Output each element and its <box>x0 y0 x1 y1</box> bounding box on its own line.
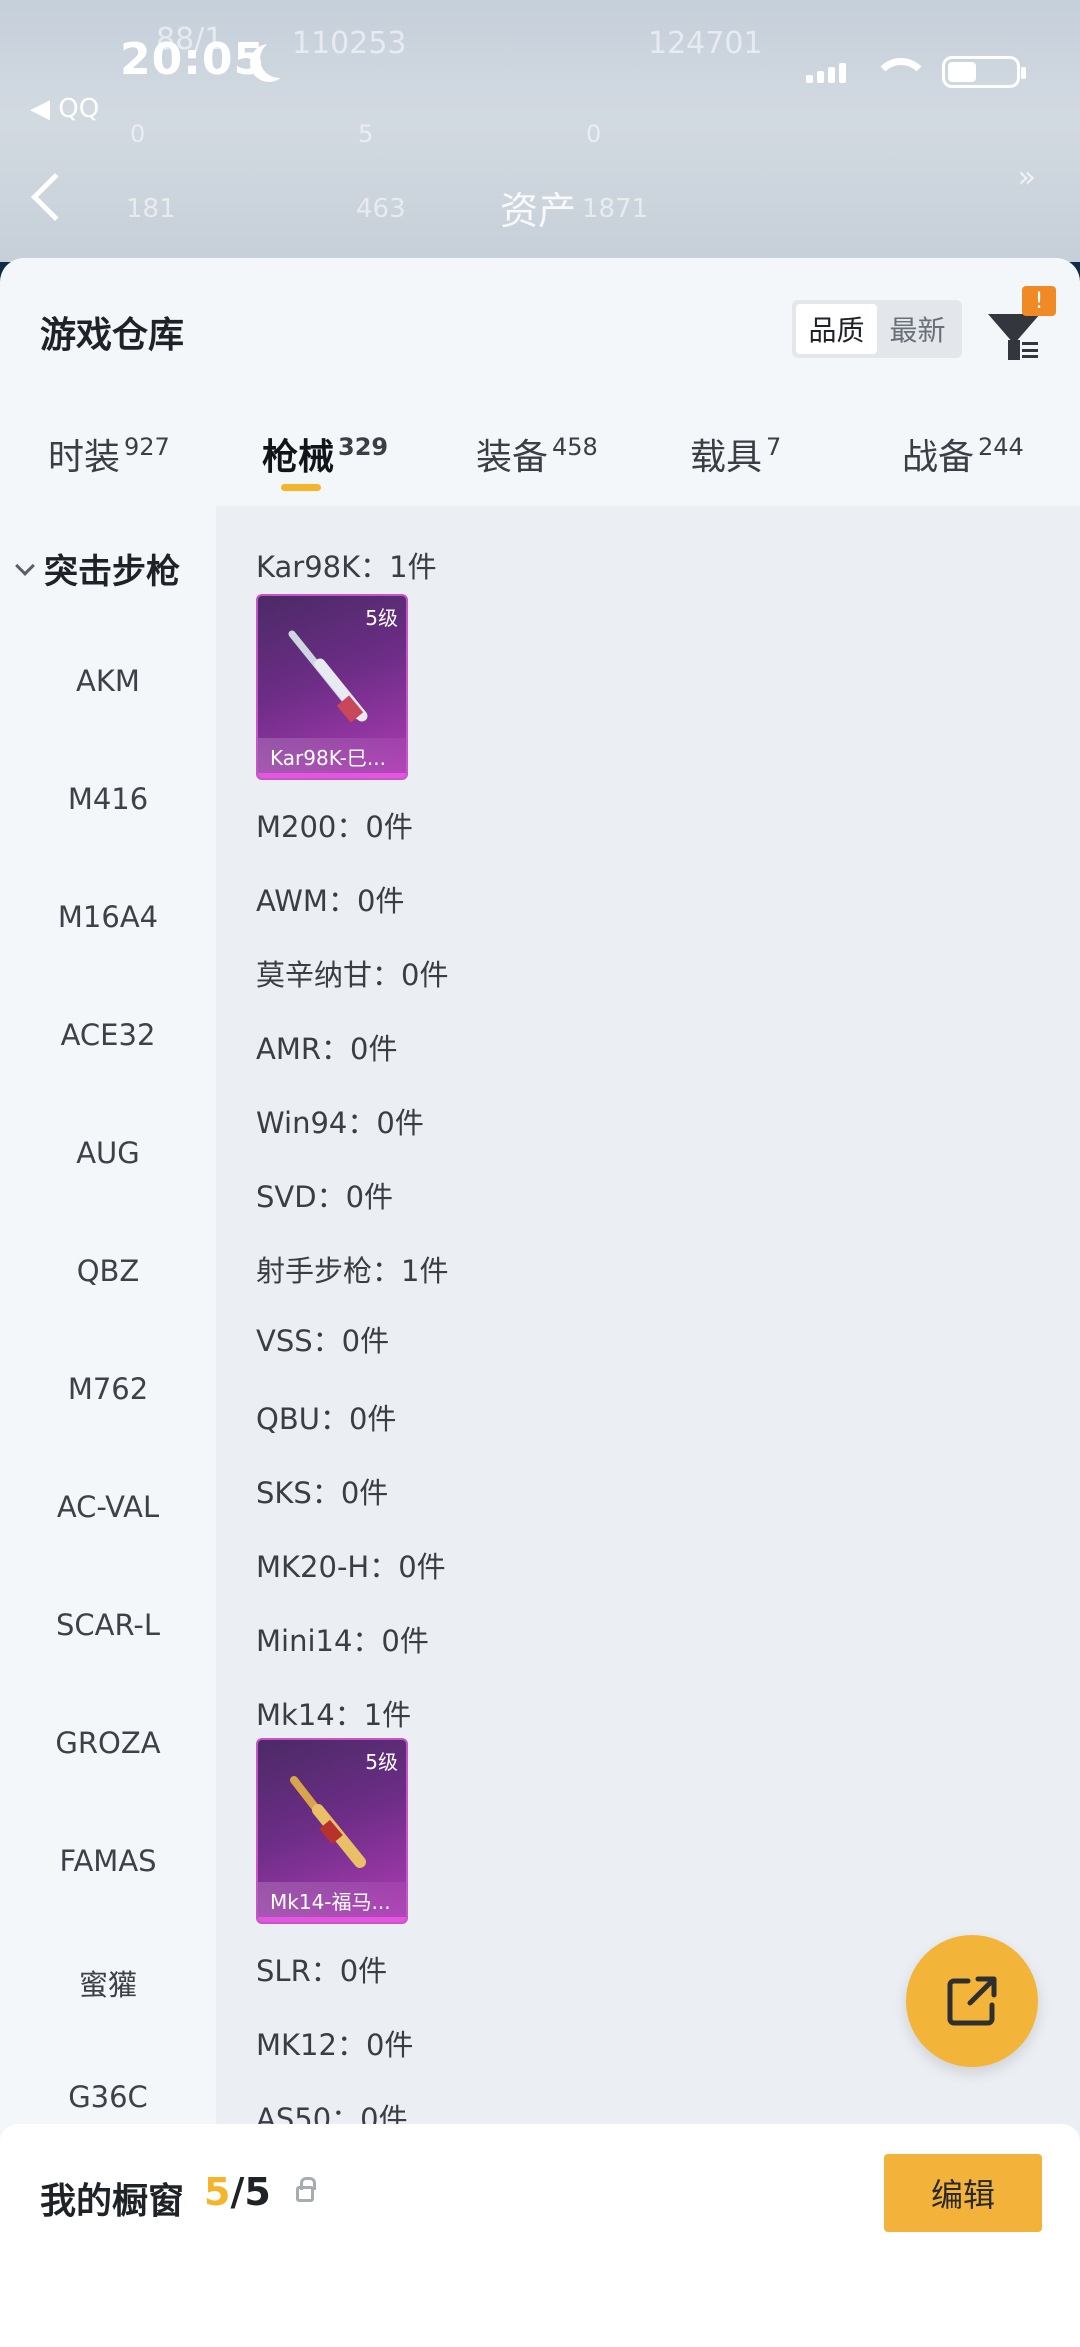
filter-icon-lines <box>1022 342 1038 358</box>
bg-stat: 0 <box>130 120 146 148</box>
filter-badge: ! <box>1022 286 1056 316</box>
moon-icon <box>260 40 298 78</box>
sort-quality-button[interactable]: 品质 <box>796 304 877 354</box>
bg-stat: 124701 <box>648 26 763 61</box>
sidebar-item[interactable]: SCAR-L <box>0 1608 216 1642</box>
nav-title: 资产 <box>500 189 577 233</box>
card-rarity-bar <box>258 773 406 778</box>
list-item: SKS：0件 <box>256 1476 389 1510</box>
card-name: Mk14-福马... <box>258 1882 406 1922</box>
tab-count: 244 <box>978 433 1024 461</box>
sidebar-item[interactable]: ACE32 <box>0 1018 216 1052</box>
lock-icon <box>296 2177 316 2202</box>
bg-stat: 463 <box>356 194 406 224</box>
card-rarity-bar <box>258 1917 406 1922</box>
list-item: AMR：0件 <box>256 1032 398 1066</box>
sidebar-group-assault-rifles[interactable]: 突击步枪 <box>15 544 180 593</box>
active-tab-indicator <box>281 484 321 491</box>
sidebar-item[interactable]: G36C <box>0 2080 216 2114</box>
sidebar-item[interactable]: M16A4 <box>0 900 216 934</box>
status-icons <box>806 56 1026 88</box>
tab-label: 战备 <box>902 437 975 478</box>
filter-icon-stem <box>1008 340 1020 360</box>
bg-stat: 181 <box>126 194 176 224</box>
wifi-icon <box>872 58 930 86</box>
tab-label: 装备 <box>476 437 549 478</box>
bg-stat: 5 <box>358 120 374 148</box>
bg-stat: 0 <box>586 120 602 148</box>
category-tabs: 时装 927 枪械 329 装备 458 载具 7 战备 244 <box>0 408 1080 498</box>
sidebar-item[interactable]: M416 <box>0 782 216 816</box>
list-item: Win94：0件 <box>256 1106 424 1140</box>
sidebar-item[interactable]: FAMAS <box>0 1844 216 1878</box>
weapon-type-sidebar: 突击步枪 AKM M416 M16A4 ACE32 AUG QBZ M762 A… <box>0 506 216 2336</box>
status-time: 20:05 <box>120 34 266 85</box>
tab-count: 927 <box>124 433 170 461</box>
showcase-count: 5/5 <box>204 2170 271 2214</box>
background-profile: 88/1 110253 124701 0 5 0 181 463 1871 20… <box>0 0 1080 262</box>
tab-label: 时装 <box>48 437 121 478</box>
sidebar-item[interactable]: AUG <box>0 1136 216 1170</box>
showcase-title: 我的橱窗 <box>40 2181 185 2222</box>
sidebar-group-label: 突击步枪 <box>44 552 180 592</box>
chevron-down-icon <box>15 555 35 576</box>
list-item: VSS：0件 <box>256 1324 390 1358</box>
edit-button[interactable]: 编辑 <box>884 2154 1042 2232</box>
sidebar-item[interactable]: AKM <box>0 664 216 698</box>
list-item: AWM：0件 <box>256 884 405 918</box>
tab-equipment[interactable]: 装备 458 <box>476 428 598 480</box>
list-item: SLR：0件 <box>256 1954 388 1988</box>
sort-toggle: 品质 最新 <box>792 300 962 358</box>
list-item: 莫辛纳甘：0件 <box>256 958 449 992</box>
tab-label: 枪械 <box>262 437 335 478</box>
return-to-qq-link[interactable]: ◀ QQ <box>30 94 99 124</box>
marksman-rifle-icon <box>290 1776 366 1868</box>
share-button[interactable] <box>906 1935 1038 2067</box>
battery-icon <box>942 56 1026 88</box>
showcase-count-total: /5 <box>230 2170 271 2214</box>
tab-count: 458 <box>552 433 598 461</box>
list-item: M200：0件 <box>256 810 413 844</box>
sidebar-item[interactable]: GROZA <box>0 1726 216 1760</box>
item-card-kar98k[interactable]: 5级 Kar98K-巳... <box>256 594 408 780</box>
list-item: Mini14：0件 <box>256 1624 429 1658</box>
list-item: MK20-H：0件 <box>256 1550 446 1584</box>
showcase-bar: 我的橱窗 5/5 编辑 <box>0 2124 1080 2347</box>
sidebar-item[interactable]: 蜜獾 <box>0 1962 216 2004</box>
list-item: 射手步枪：1件 <box>256 1254 449 1288</box>
list-item: Kar98K：1件 <box>256 550 437 584</box>
share-icon <box>947 1976 997 2026</box>
showcase-count-current: 5 <box>204 2170 231 2214</box>
more-chevron-icon[interactable]: » <box>1018 160 1036 195</box>
card-name: Kar98K-巳... <box>258 738 406 778</box>
bg-stat: 1871 <box>582 194 649 224</box>
sidebar-item[interactable]: QBZ <box>0 1254 216 1288</box>
tab-label: 载具 <box>690 437 763 478</box>
bg-stat: 110253 <box>292 26 407 61</box>
signal-icon <box>806 61 846 83</box>
item-card-mk14[interactable]: 5级 Mk14-福马... <box>256 1738 408 1924</box>
list-item: QBU：0件 <box>256 1402 397 1436</box>
sort-latest-button[interactable]: 最新 <box>877 304 958 354</box>
sheet-title: 游戏仓库 <box>40 315 185 356</box>
list-item: SVD：0件 <box>256 1180 394 1214</box>
sidebar-item[interactable]: M762 <box>0 1372 216 1406</box>
sniper-rifle-icon <box>288 630 368 723</box>
tab-supplies[interactable]: 战备 244 <box>902 428 1024 480</box>
tab-guns[interactable]: 枪械 329 <box>262 428 388 480</box>
tab-fashion[interactable]: 时装 927 <box>48 428 170 480</box>
list-item: Mk14：1件 <box>256 1698 412 1732</box>
tab-count: 7 <box>766 433 782 461</box>
tab-count: 329 <box>338 433 389 461</box>
tab-vehicles[interactable]: 载具 7 <box>690 428 781 480</box>
sidebar-item[interactable]: AC-VAL <box>0 1490 216 1524</box>
list-item: MK12：0件 <box>256 2028 414 2062</box>
